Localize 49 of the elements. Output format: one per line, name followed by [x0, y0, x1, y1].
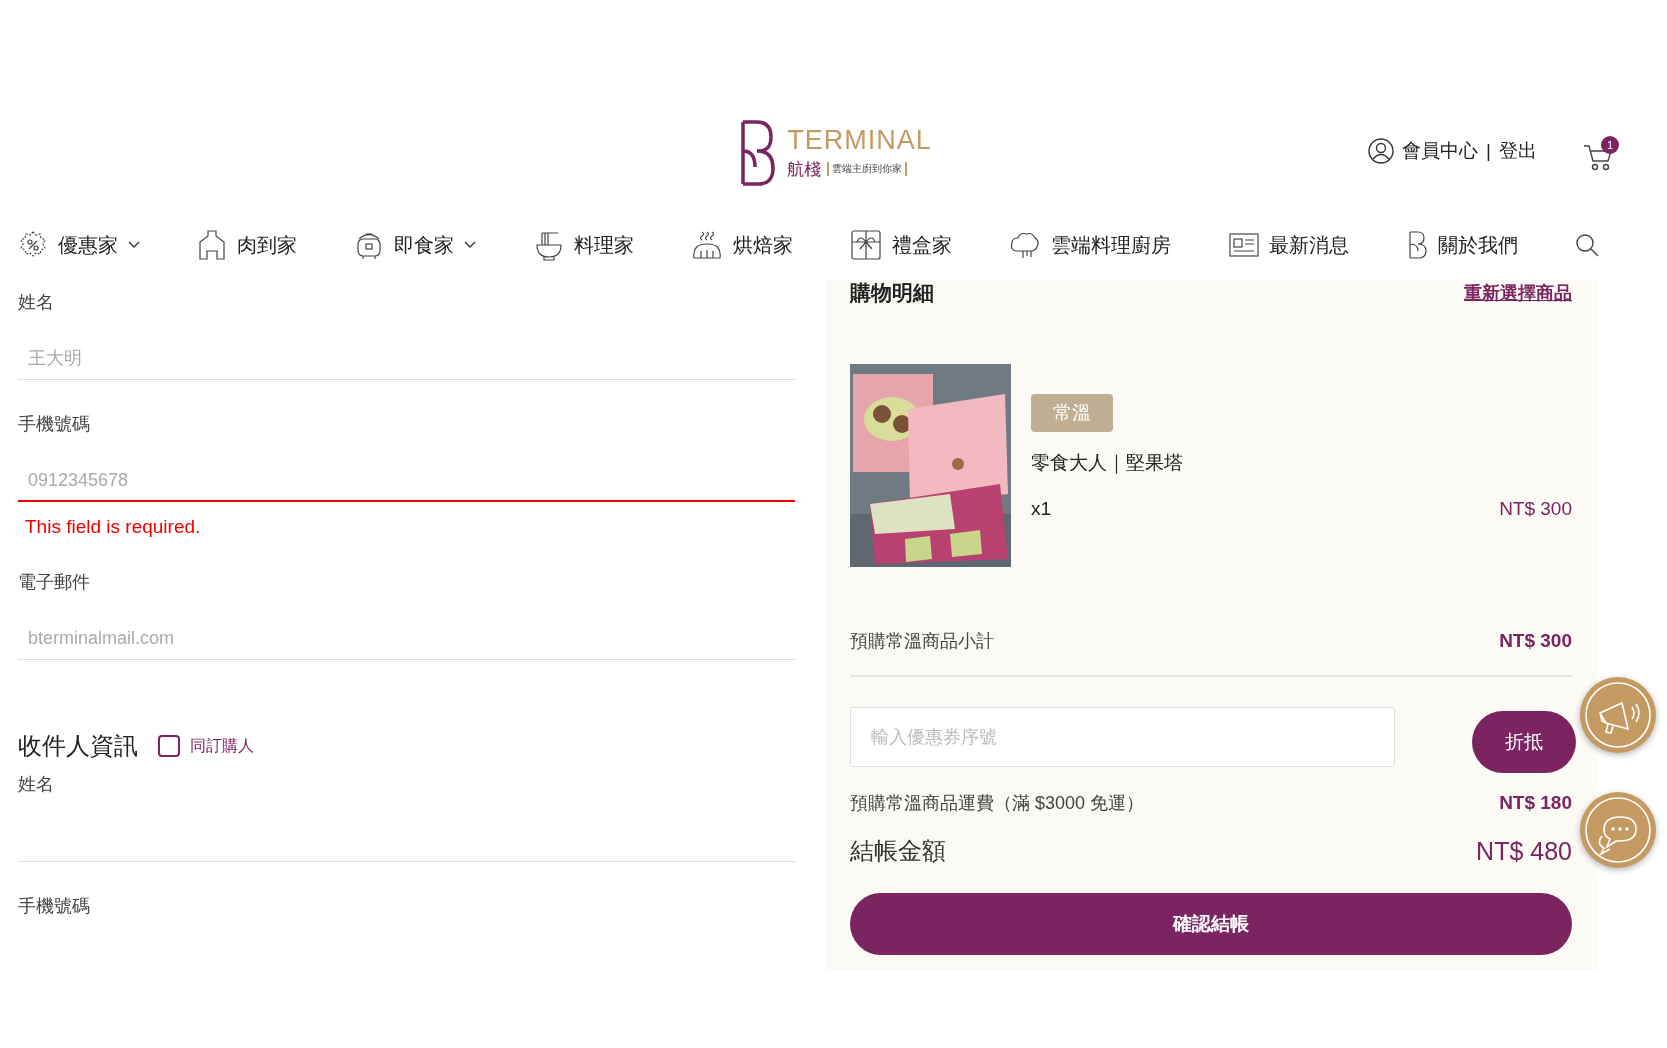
nav-item[interactable]: 肉到家	[197, 229, 298, 261]
error-message: This field is required.	[25, 516, 202, 538]
nav-item[interactable]: 禮盒家	[850, 229, 953, 261]
user-icon	[1368, 138, 1395, 164]
brand-chinese-name: 航棧	[787, 158, 822, 181]
section-title: 購物明細	[850, 280, 934, 306]
total-amount: NT$ 480	[1476, 836, 1572, 866]
tagline: 雲端主廚到你家	[827, 162, 908, 176]
field-label: 手機號碼	[18, 413, 91, 436]
nav-item[interactable]: 料理家	[533, 229, 634, 261]
storage-tag: 常溫	[1031, 394, 1113, 432]
nav-item[interactable]: 烘焙家	[690, 229, 793, 261]
reselect-link[interactable]: 重新選擇商品	[1464, 281, 1572, 305]
input-field[interactable]: 0912345678	[18, 460, 795, 502]
separator: |	[1486, 140, 1491, 162]
product-price: NT$ 300	[1499, 498, 1572, 520]
field-label: 姓名	[18, 291, 55, 314]
shipping-label: 預購常溫商品運費（滿 $3000 免運）	[850, 792, 1145, 815]
bread-icon	[690, 229, 723, 261]
newspaper-icon	[1228, 232, 1259, 258]
coupon-field[interactable]: 輸入優惠券序號	[850, 707, 1395, 767]
product-name: 零食大人｜堅果塔	[1031, 451, 1183, 476]
megaphone-icon[interactable]	[1580, 677, 1656, 753]
logout-link[interactable]: 登出	[1499, 138, 1537, 164]
field-label: 姓名	[18, 773, 55, 796]
total-label: 結帳金額	[850, 836, 946, 866]
subtotal-amount: NT$ 300	[1499, 630, 1572, 652]
nav-item[interactable]: 雲端料理廚房	[1009, 229, 1172, 261]
search-icon[interactable]	[1574, 233, 1599, 257]
nav-item[interactable]: 關於我們	[1405, 230, 1518, 260]
nav-item[interactable]: 即食家	[354, 229, 477, 261]
shipping-amount: NT$ 180	[1499, 792, 1572, 814]
field-label: 手機號碼	[18, 895, 91, 918]
brand-name: TERMINAL	[787, 124, 932, 156]
section-title: 收件人資訊	[18, 731, 138, 761]
cart-count-badge: 1	[1601, 136, 1619, 154]
member-center-link[interactable]: 會員中心	[1402, 138, 1479, 164]
checkbox[interactable]	[158, 735, 180, 757]
quantity: x1	[1031, 498, 1052, 520]
nav-item[interactable]: 優惠家	[18, 230, 140, 260]
cart-icon[interactable]	[1583, 142, 1613, 172]
checkbox-label[interactable]: 同訂購人	[190, 735, 254, 757]
gift-box-icon	[850, 229, 883, 261]
nav-item[interactable]: 最新消息	[1228, 231, 1349, 259]
noodle-bowl-icon	[533, 229, 564, 261]
checkout-button[interactable]: 確認結帳	[850, 893, 1572, 955]
chat-icon[interactable]	[1580, 792, 1656, 868]
subtotal-label: 預購常溫商品小計	[850, 630, 994, 653]
field-label: 電子郵件	[18, 571, 91, 594]
